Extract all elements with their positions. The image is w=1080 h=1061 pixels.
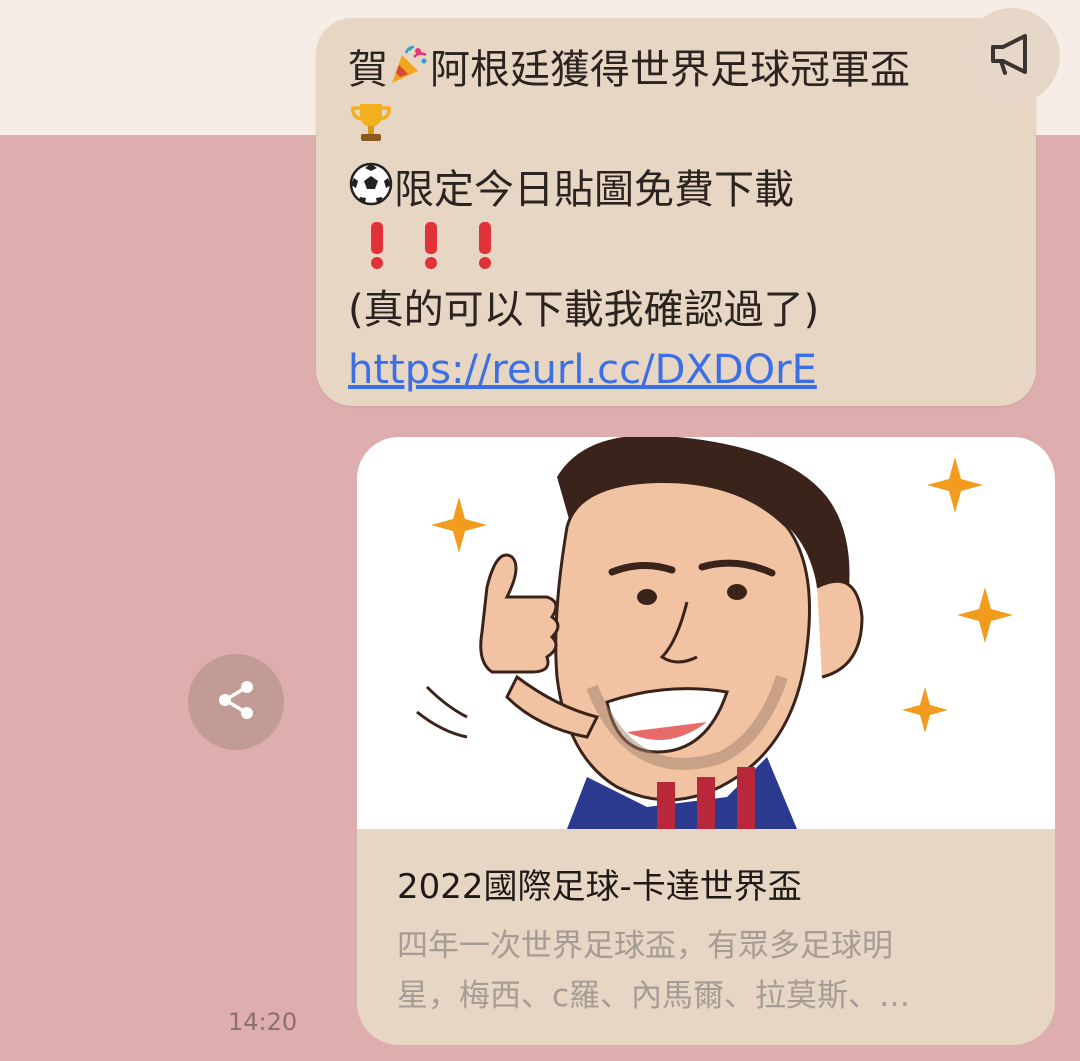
- message-bubble[interactable]: 賀 阿根廷獲得世界足球冠軍盃 限定今日貼圖免費下載 (真的可以下載我確認過了) …: [316, 18, 1036, 406]
- share-icon: [213, 677, 259, 727]
- red-exclamation-icon: [360, 220, 394, 286]
- message-timestamp: 14:20: [228, 1008, 298, 1036]
- megaphone-icon: [987, 32, 1037, 80]
- red-exclamation-icon: [414, 220, 448, 286]
- red-exclamation-icon: [468, 220, 502, 286]
- card-description-line-1: 四年一次世界足球盃，有眾多足球明: [397, 928, 893, 964]
- message-link[interactable]: https://reurl.cc/DXDOrE: [348, 340, 1016, 400]
- soccer-ball-icon: [348, 161, 394, 224]
- link-preview-card[interactable]: 2022國際足球-卡達世界盃 四年一次世界足球盃，有眾多足球明 星，梅西、c羅、…: [357, 437, 1055, 1045]
- message-line-3: 限定今日貼圖免費下載: [348, 160, 1016, 220]
- message-line-5: (真的可以下載我確認過了): [348, 287, 820, 333]
- trophy-icon: [348, 100, 394, 162]
- sticker-preview-image: [357, 437, 1055, 829]
- party-popper-icon: [388, 42, 430, 102]
- message-line-2: [348, 100, 1016, 160]
- message-line-1-prefix: 賀: [348, 47, 388, 93]
- card-title: 2022國際足球-卡達世界盃: [397, 867, 802, 907]
- message-line-3-text: 限定今日貼圖免費下載: [394, 167, 794, 213]
- message-line-1: 賀 阿根廷獲得世界足球冠軍盃: [348, 40, 1016, 100]
- announce-button[interactable]: [964, 8, 1060, 104]
- card-description-line-2: 星，梅西、c羅、內馬爾、拉莫斯、…: [397, 978, 911, 1014]
- card-description: 四年一次世界足球盃，有眾多足球明 星，梅西、c羅、內馬爾、拉莫斯、…: [397, 921, 997, 1021]
- message-line-1-text: 阿根廷獲得世界足球冠軍盃: [430, 47, 910, 93]
- message-line-4: [348, 220, 1016, 280]
- share-button[interactable]: [188, 654, 284, 750]
